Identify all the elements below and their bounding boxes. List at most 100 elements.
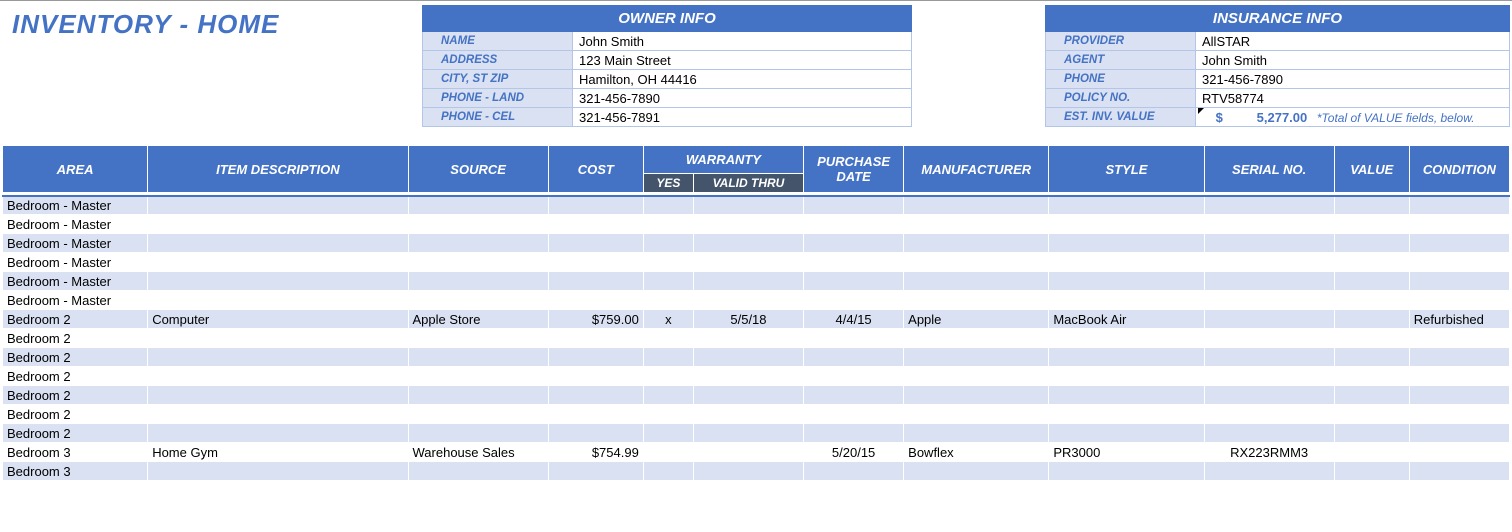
cell-style[interactable]: PR3000 [1049,443,1204,462]
cell-wyes[interactable] [643,424,693,443]
cell-cond[interactable] [1409,329,1509,348]
cell-pdate[interactable] [804,291,904,310]
cell-cond[interactable] [1409,272,1509,291]
cell-value[interactable] [1334,196,1409,215]
col-style[interactable]: STYLE [1049,146,1204,193]
cell-value[interactable] [1334,443,1409,462]
cell-item[interactable] [148,424,408,443]
cell-wthru[interactable]: 5/5/18 [693,310,803,329]
cell-style[interactable] [1049,215,1204,234]
cell-style[interactable] [1049,329,1204,348]
cell-item[interactable] [148,462,408,481]
cell-item[interactable] [148,291,408,310]
cell-cost[interactable] [548,386,643,405]
ins-phone-value[interactable]: 321-456-7890 [1196,70,1510,89]
cell-mfr[interactable]: Bowflex [904,443,1049,462]
cell-style[interactable] [1049,196,1204,215]
cell-wyes[interactable] [643,329,693,348]
cell-value[interactable] [1334,291,1409,310]
cell-wyes[interactable] [643,253,693,272]
col-value[interactable]: VALUE [1334,146,1409,193]
cell-cost[interactable] [548,234,643,253]
cell-pdate[interactable] [804,367,904,386]
cell-mfr[interactable] [904,234,1049,253]
cell-cost[interactable] [548,215,643,234]
owner-address-value[interactable]: 123 Main Street [573,51,912,70]
cell-cost[interactable] [548,291,643,310]
cell-value[interactable] [1334,386,1409,405]
cell-mfr[interactable] [904,329,1049,348]
cell-area[interactable]: Bedroom 2 [3,386,148,405]
cell-item[interactable] [148,215,408,234]
cell-value[interactable] [1334,348,1409,367]
cell-wthru[interactable] [693,348,803,367]
col-cond[interactable]: CONDITION [1409,146,1509,193]
cell-area[interactable]: Bedroom - Master [3,253,148,272]
cell-cost[interactable]: $759.00 [548,310,643,329]
cell-style[interactable] [1049,253,1204,272]
owner-city-value[interactable]: Hamilton, OH 44416 [573,70,912,89]
cell-serial[interactable] [1204,253,1334,272]
cell-style[interactable] [1049,386,1204,405]
cell-mfr[interactable]: Apple [904,310,1049,329]
cell-wthru[interactable] [693,367,803,386]
cell-serial[interactable] [1204,215,1334,234]
cell-cond[interactable] [1409,443,1509,462]
ins-provider-value[interactable]: AllSTAR [1196,32,1510,51]
ins-estvalue-cell[interactable]: $ 5,277.00 *Total of VALUE fields, below… [1196,108,1510,127]
cell-value[interactable] [1334,367,1409,386]
cell-cond[interactable] [1409,386,1509,405]
cell-source[interactable] [408,348,548,367]
cell-cost[interactable] [548,196,643,215]
cell-value[interactable] [1334,462,1409,481]
col-serial[interactable]: SERIAL NO. [1204,146,1334,193]
cell-wyes[interactable] [643,234,693,253]
col-area[interactable]: AREA [3,146,148,193]
owner-phone-land-value[interactable]: 321-456-7890 [573,89,912,108]
cell-cond[interactable] [1409,196,1509,215]
cell-serial[interactable] [1204,272,1334,291]
cell-cost[interactable] [548,348,643,367]
cell-wyes[interactable] [643,215,693,234]
cell-value[interactable] [1334,234,1409,253]
ins-agent-value[interactable]: John Smith [1196,51,1510,70]
cell-source[interactable] [408,291,548,310]
cell-item[interactable] [148,386,408,405]
cell-area[interactable]: Bedroom 2 [3,405,148,424]
cell-wthru[interactable] [693,462,803,481]
cell-cost[interactable] [548,272,643,291]
cell-cond[interactable] [1409,367,1509,386]
cell-wthru[interactable] [693,196,803,215]
cell-pdate[interactable]: 5/20/15 [804,443,904,462]
cell-wthru[interactable] [693,405,803,424]
cell-cost[interactable]: $754.99 [548,443,643,462]
cell-wyes[interactable] [643,367,693,386]
cell-cond[interactable] [1409,215,1509,234]
cell-wthru[interactable] [693,253,803,272]
cell-cond[interactable] [1409,462,1509,481]
cell-wyes[interactable] [643,462,693,481]
cell-mfr[interactable] [904,215,1049,234]
cell-pdate[interactable] [804,253,904,272]
cell-serial[interactable] [1204,386,1334,405]
cell-mfr[interactable] [904,253,1049,272]
cell-area[interactable]: Bedroom 2 [3,367,148,386]
cell-area[interactable]: Bedroom - Master [3,272,148,291]
cell-mfr[interactable] [904,462,1049,481]
cell-serial[interactable] [1204,348,1334,367]
cell-mfr[interactable] [904,367,1049,386]
cell-area[interactable]: Bedroom - Master [3,215,148,234]
cell-wthru[interactable] [693,386,803,405]
cell-item[interactable] [148,348,408,367]
cell-serial[interactable] [1204,367,1334,386]
col-warranty-thru[interactable]: VALID THRU [693,174,803,193]
cell-area[interactable]: Bedroom - Master [3,291,148,310]
cell-item[interactable] [148,253,408,272]
cell-cost[interactable] [548,424,643,443]
cell-source[interactable] [408,424,548,443]
cell-wyes[interactable] [643,291,693,310]
cell-serial[interactable] [1204,310,1334,329]
cell-source[interactable] [408,253,548,272]
cell-value[interactable] [1334,405,1409,424]
cell-wthru[interactable] [693,215,803,234]
